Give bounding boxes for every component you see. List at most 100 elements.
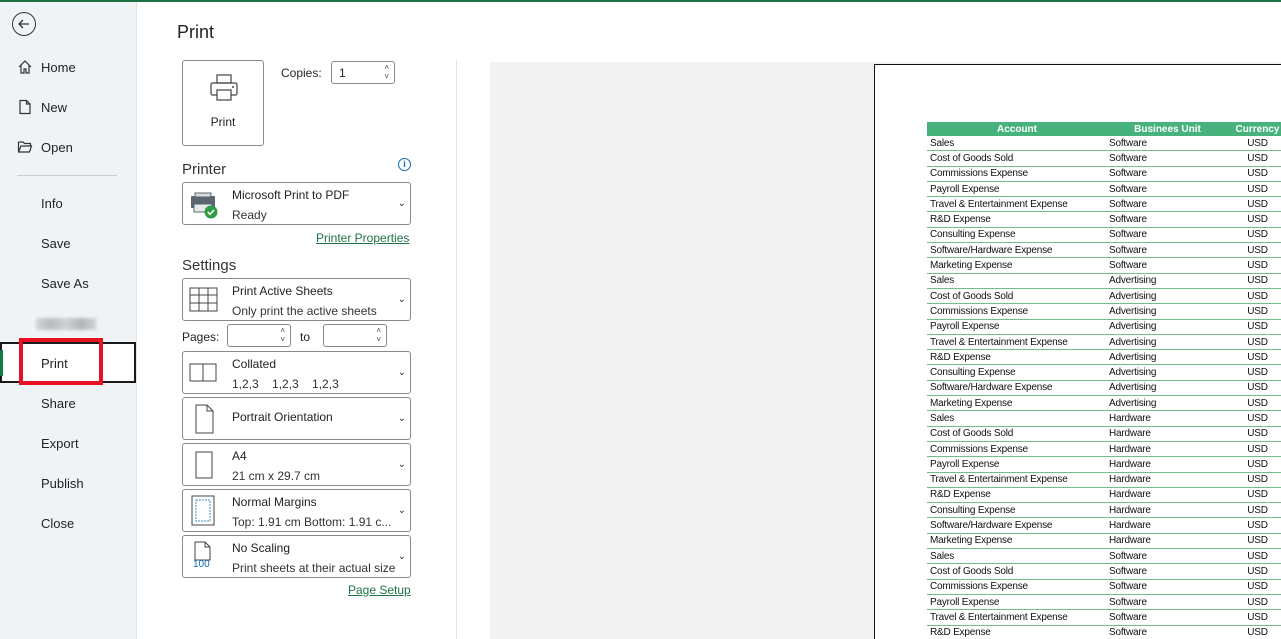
nav-export[interactable]: Export xyxy=(0,424,136,462)
nav-close[interactable]: Close xyxy=(0,504,136,542)
table-cell: Cost of Goods Sold xyxy=(930,152,1014,164)
nav-divider xyxy=(17,175,117,176)
table-cell: Software xyxy=(1109,550,1147,562)
table-row: Consulting Expense Advertising USD xyxy=(927,365,1281,381)
nav-open[interactable]: Open xyxy=(0,128,136,166)
collated-pages-icon xyxy=(189,363,217,382)
table-cell: Software xyxy=(1109,596,1147,608)
nav-new[interactable]: New xyxy=(0,88,136,126)
table-cell: Software xyxy=(1109,183,1147,195)
table-cell: USD xyxy=(1247,611,1268,623)
pages-label: Pages: xyxy=(182,330,220,344)
chevron-down-icon: ⌄ xyxy=(397,459,406,470)
copies-spinner[interactable]: ˄ ˅ xyxy=(384,63,389,81)
table-cell: R&D Expense xyxy=(930,214,991,226)
printer-dropdown[interactable]: Microsoft Print to PDF Ready ⌄ xyxy=(182,182,411,225)
nav-save-as[interactable]: Save As xyxy=(0,264,136,302)
table-row: Software/Hardware Expense Hardware USD xyxy=(927,518,1281,534)
table-cell: Software xyxy=(1109,198,1147,210)
table-cell: Software xyxy=(1109,229,1147,241)
table-row: Sales Advertising USD xyxy=(927,274,1281,289)
pages-to-label: to xyxy=(300,330,311,344)
paper-size-line2: 21 cm x 29.7 cm xyxy=(232,469,321,483)
table-row: R&D Expense Software USD xyxy=(927,626,1281,639)
new-document-icon xyxy=(19,99,31,115)
print-what-dropdown[interactable]: Print Active Sheets Only print the activ… xyxy=(182,278,411,321)
collation-dropdown[interactable]: Collated 1,2,3 1,2,3 1,2,3 ⌄ xyxy=(182,351,411,394)
preview-table: Account Businees Unit Currency Sales Soft… xyxy=(927,122,1281,639)
nav-home-label: Home xyxy=(41,59,76,75)
table-row: Commissions Expense Advertising USD xyxy=(927,304,1281,320)
table-cell: Payroll Expense xyxy=(930,596,1000,608)
portrait-page-icon xyxy=(195,404,214,434)
blurred-nav-item xyxy=(36,318,96,330)
table-cell: Marketing Expense xyxy=(930,535,1013,547)
table-cell: Sales xyxy=(930,275,955,287)
print-button[interactable]: Print xyxy=(182,60,264,146)
table-cell: Hardware xyxy=(1109,428,1151,440)
table-row: Payroll Expense Software USD xyxy=(927,595,1281,611)
back-button[interactable] xyxy=(12,12,36,36)
table-cell: Advertising xyxy=(1109,290,1157,302)
table-cell: Hardware xyxy=(1109,458,1151,470)
pages-from-spinner[interactable]: ˄ ˅ xyxy=(280,326,285,344)
copies-input[interactable]: 1 ˄ ˅ xyxy=(331,61,395,84)
table-cell: Sales xyxy=(930,137,955,149)
table-cell: Cost of Goods Sold xyxy=(930,290,1014,302)
nav-share[interactable]: Share xyxy=(0,384,136,422)
table-cell: Sales xyxy=(930,412,955,424)
table-cell: USD xyxy=(1247,458,1268,470)
table-cell: Commissions Expense xyxy=(930,168,1028,180)
app-accent-line xyxy=(0,0,1281,2)
nav-info[interactable]: Info xyxy=(0,184,136,222)
printer-properties-link[interactable]: Printer Properties xyxy=(316,231,409,245)
table-cell: Cost of Goods Sold xyxy=(930,428,1014,440)
backstage-nav: Home New Open Info Save Save As xyxy=(0,2,137,639)
table-cell: USD xyxy=(1247,627,1268,639)
collation-line1: Collated xyxy=(232,357,277,371)
table-row: Cost of Goods Sold Software USD xyxy=(927,151,1281,167)
margins-dropdown[interactable]: Normal Margins Top: 1.91 cm Bottom: 1.91… xyxy=(182,489,411,532)
table-row: R&D Expense Software USD xyxy=(927,212,1281,228)
table-row: Consulting Expense Hardware USD xyxy=(927,503,1281,519)
pages-to-spinner[interactable]: ˄ ˅ xyxy=(376,326,381,344)
table-cell: Software xyxy=(1109,137,1147,149)
table-cell: Software xyxy=(1109,214,1147,226)
pages-from-input[interactable]: ˄ ˅ xyxy=(227,324,291,347)
table-row: Commissions Expense Hardware USD xyxy=(927,442,1281,458)
orientation-dropdown[interactable]: Portrait Orientation ⌄ xyxy=(182,397,411,440)
table-cell: Hardware xyxy=(1109,504,1151,516)
nav-save[interactable]: Save xyxy=(0,224,136,262)
table-cell: USD xyxy=(1247,229,1268,241)
table-cell: USD xyxy=(1247,581,1268,593)
table-cell: USD xyxy=(1247,214,1268,226)
table-row: Software/Hardware Expense Software USD xyxy=(927,243,1281,259)
table-cell: USD xyxy=(1247,443,1268,455)
table-cell: Hardware xyxy=(1109,474,1151,486)
table-row: Travel & Entertainment Expense Advertisin… xyxy=(927,335,1281,351)
paper-size-dropdown[interactable]: A4 21 cm x 29.7 cm ⌄ xyxy=(182,443,411,486)
table-row: Commissions Expense Software USD xyxy=(927,580,1281,595)
table-cell: Travel & Entertainment Expense xyxy=(930,336,1068,348)
nav-publish[interactable]: Publish xyxy=(0,464,136,502)
nav-close-label: Close xyxy=(41,515,75,531)
table-cell: Advertising xyxy=(1109,351,1157,363)
chevron-down-icon: ⌄ xyxy=(397,294,406,305)
printer-name: Microsoft Print to PDF xyxy=(232,188,350,202)
pages-to-input[interactable]: ˄ ˅ xyxy=(323,324,387,347)
table-cell: Software xyxy=(1109,244,1147,256)
nav-home[interactable]: Home xyxy=(0,48,136,86)
info-icon[interactable]: i xyxy=(398,158,411,171)
scaling-100-text: 100 xyxy=(193,559,210,570)
scaling-dropdown[interactable]: 100 No Scaling Print sheets at their act… xyxy=(182,535,411,578)
table-row: Sales Software USD xyxy=(927,549,1281,565)
page-setup-link[interactable]: Page Setup xyxy=(348,583,411,597)
table-row: Commissions Expense Software USD xyxy=(927,167,1281,182)
table-cell: Travel & Entertainment Expense xyxy=(930,474,1068,486)
pdf-printer-icon xyxy=(191,192,218,219)
table-header: Account Businees Unit Currency xyxy=(927,122,1281,136)
table-row: Sales Software USD xyxy=(927,136,1281,152)
scaling-line1: No Scaling xyxy=(232,541,291,555)
table-cell: Software xyxy=(1109,611,1147,623)
table-row: Payroll Expense Hardware USD xyxy=(927,457,1281,473)
